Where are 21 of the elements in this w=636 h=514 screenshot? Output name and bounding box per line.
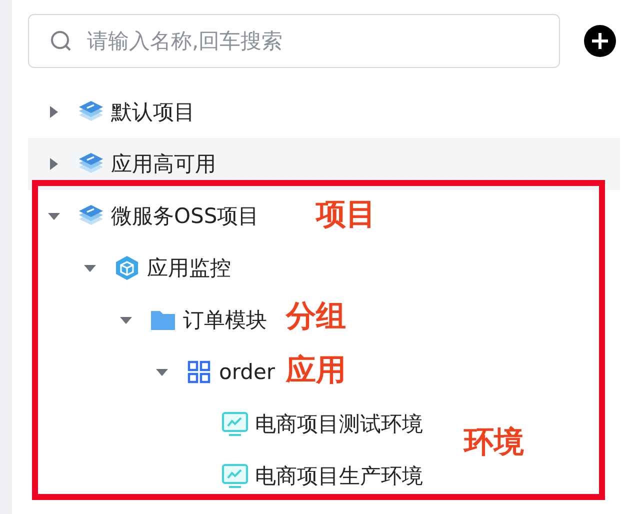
tree-row[interactable]: 电商项目测试环境 — [28, 398, 431, 450]
cube-icon — [113, 254, 141, 282]
tree-item-label: 电商项目测试环境 — [255, 411, 423, 438]
tree-row[interactable]: 电商项目生产环境 — [28, 450, 431, 502]
tree-row[interactable]: 微服务OSS项目 — [28, 190, 268, 242]
tree-item-label: 电商项目生产环境 — [255, 463, 423, 490]
search-field[interactable]: 请输入名称,回车搜索 — [28, 14, 560, 68]
tree-row[interactable]: 默认项目 — [28, 86, 203, 138]
add-icon[interactable] — [584, 25, 616, 57]
tree-item-label: order — [219, 360, 275, 384]
monitor-chart-icon — [221, 462, 249, 490]
tree-row[interactable]: 应用监控 — [28, 242, 239, 294]
tree-item-label: 订单模块 — [183, 307, 267, 334]
tree-item-label: 应用监控 — [147, 255, 231, 282]
search-icon — [50, 30, 72, 52]
monitor-chart-icon — [221, 410, 249, 438]
tree-item-label: 微服务OSS项目 — [111, 203, 260, 230]
tree-row[interactable]: 订单模块 — [28, 294, 275, 346]
grid-icon — [185, 358, 213, 386]
tree-item-label: 默认项目 — [111, 99, 195, 126]
tree-item-label: 应用高可用 — [111, 151, 216, 178]
